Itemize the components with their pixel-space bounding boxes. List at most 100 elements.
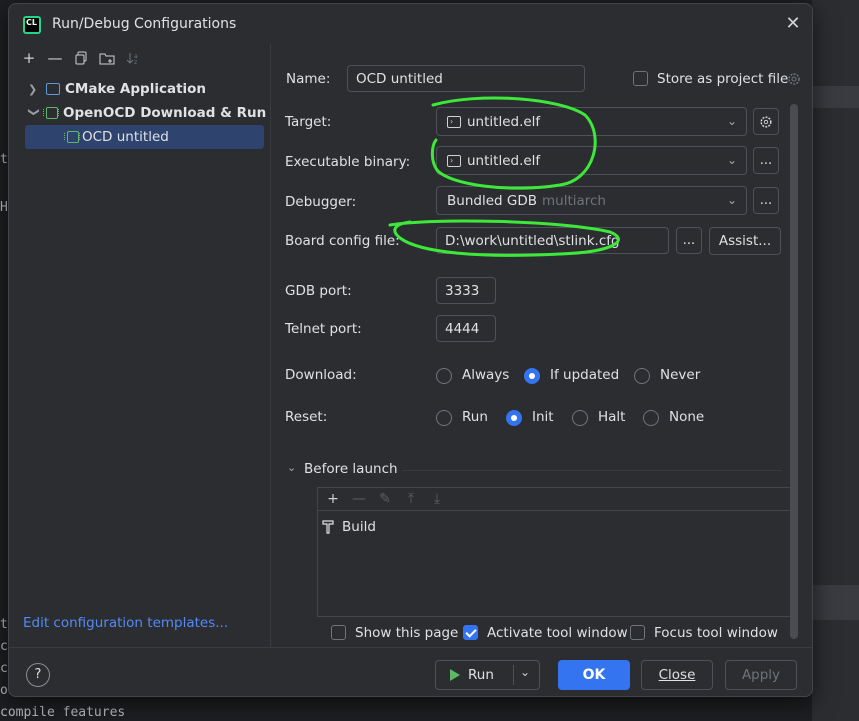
- reset-halt-label: Halt: [598, 409, 626, 425]
- name-field[interactable]: OCD untitled: [347, 65, 585, 92]
- download-if-updated-radio[interactable]: [524, 368, 540, 384]
- activate-tool-window-label: Activate tool window: [487, 625, 628, 641]
- target-value: untitled.elf: [467, 113, 541, 130]
- tree-item-cmake-application[interactable]: ❯ CMake Application: [9, 77, 270, 101]
- background-band: [812, 86, 859, 108]
- sort-icon[interactable]: az: [121, 47, 145, 69]
- tree-toolbar: + — az: [9, 44, 270, 72]
- assist-button[interactable]: Assist...: [709, 227, 781, 255]
- board-config-label: Board config file:: [285, 233, 400, 249]
- configurations-tree: ❯ CMake Application ❯ OpenOCD Download &…: [9, 77, 270, 149]
- edit-pencil-icon[interactable]: ✎: [374, 489, 396, 509]
- show-this-page-checkbox[interactable]: [331, 625, 346, 640]
- before-launch-header[interactable]: Before launch: [304, 461, 398, 477]
- chevron-down-icon[interactable]: ⌄: [520, 665, 530, 679]
- before-launch-panel: + — ✎ ⤒ ⤓ Build: [317, 487, 791, 617]
- executable-icon: ›: [447, 154, 461, 167]
- move-down-icon[interactable]: ⤓: [426, 489, 448, 509]
- run-label: Run: [468, 667, 494, 683]
- board-config-browse-button[interactable]: ...: [676, 227, 702, 254]
- apply-button[interactable]: Apply: [725, 660, 797, 690]
- tree-item-openocd[interactable]: ❯ OpenOCD Download & Run: [9, 101, 270, 125]
- target-dropdown[interactable]: › untitled.elf ⌄: [436, 107, 747, 136]
- download-always-radio[interactable]: [436, 368, 452, 384]
- dialog-titlebar: CL Run/Debug Configurations ✕: [9, 4, 812, 44]
- tree-item-label: OCD untitled: [82, 129, 169, 145]
- target-label: Target:: [285, 114, 332, 130]
- telnet-port-label: Telnet port:: [285, 321, 362, 337]
- before-launch-item-label: Build: [342, 519, 376, 535]
- executable-browse-button[interactable]: ...: [753, 147, 779, 174]
- download-if-updated-label: If updated: [550, 367, 620, 383]
- download-never-label: Never: [660, 367, 701, 383]
- dialog-title: Run/Debug Configurations: [52, 16, 237, 32]
- executable-binary-label: Executable binary:: [285, 154, 411, 170]
- ok-button[interactable]: OK: [558, 660, 630, 690]
- telnet-port-field[interactable]: 4444: [436, 315, 496, 342]
- store-as-project-file-label: Store as project file: [657, 71, 789, 87]
- openocd-icon: [43, 107, 59, 119]
- help-button[interactable]: ?: [26, 663, 50, 687]
- divider: [513, 665, 514, 685]
- move-up-icon[interactable]: ⤒: [400, 489, 422, 509]
- debugger-hint: multiarch: [541, 192, 606, 209]
- openocd-icon: [64, 131, 80, 143]
- before-launch-item[interactable]: Build: [318, 511, 790, 535]
- download-label: Download:: [285, 367, 357, 383]
- background-code-line: compile features: [0, 705, 126, 720]
- gdb-port-field[interactable]: 3333: [436, 277, 496, 304]
- copy-icon[interactable]: [69, 47, 93, 69]
- reset-none-label: None: [669, 409, 705, 425]
- tree-item-label: OpenOCD Download & Run: [63, 105, 267, 121]
- before-launch-toolbar: + — ✎ ⤒ ⤓: [318, 488, 790, 511]
- background-code-line: H: [0, 200, 8, 215]
- run-debug-dialog: CL Run/Debug Configurations ✕ + — az ❯ C…: [8, 3, 813, 697]
- form-scrollbar[interactable]: [790, 104, 798, 639]
- settings-gear-icon[interactable]: [786, 71, 802, 87]
- focus-tool-window-checkbox[interactable]: [630, 625, 645, 640]
- debugger-dropdown[interactable]: Bundled GDB multiarch ⌄: [436, 186, 747, 215]
- debugger-browse-button[interactable]: ...: [753, 187, 779, 214]
- executable-icon: ›: [447, 115, 461, 128]
- download-never-radio[interactable]: [634, 368, 650, 384]
- target-settings-button[interactable]: [753, 108, 779, 135]
- reset-label: Reset:: [285, 409, 328, 425]
- run-play-icon: [450, 669, 460, 681]
- chevron-down-icon: ⌄: [726, 153, 737, 167]
- tree-item-ocd-untitled[interactable]: OCD untitled: [25, 125, 264, 149]
- configurations-tree-panel: + — az ❯ CMake Application ❯ OpenOCD Dow…: [9, 44, 271, 647]
- add-icon[interactable]: +: [17, 47, 41, 69]
- close-icon[interactable]: ✕: [784, 15, 802, 33]
- debugger-value: Bundled GDB: [447, 192, 537, 209]
- store-as-project-file-checkbox[interactable]: [633, 71, 648, 86]
- background-band: [812, 585, 859, 620]
- add-icon[interactable]: +: [322, 489, 344, 509]
- board-config-field[interactable]: D:\work\untitled\stlink.cfg: [436, 227, 669, 254]
- gdb-port-label: GDB port:: [285, 283, 352, 299]
- gear-icon: [760, 115, 772, 128]
- edit-configuration-templates-link[interactable]: Edit configuration templates...: [23, 615, 228, 631]
- close-button[interactable]: Close: [641, 660, 713, 690]
- focus-tool-window-label: Focus tool window: [654, 625, 778, 641]
- reset-halt-radio[interactable]: [572, 410, 588, 426]
- reset-run-label: Run: [462, 409, 488, 425]
- remove-icon[interactable]: —: [43, 47, 67, 69]
- reset-run-radio[interactable]: [436, 410, 452, 426]
- clion-logo-icon: CL: [23, 16, 41, 34]
- new-folder-icon[interactable]: [95, 47, 119, 69]
- chevron-down-icon[interactable]: ❯: [28, 107, 41, 119]
- executable-binary-value: untitled.elf: [467, 152, 541, 169]
- background-code-line: t: [0, 152, 8, 167]
- activate-tool-window-checkbox[interactable]: [463, 625, 478, 640]
- remove-icon[interactable]: —: [348, 489, 370, 509]
- reset-init-label: Init: [532, 409, 554, 425]
- chevron-down-icon: ⌄: [726, 114, 737, 128]
- reset-none-radio[interactable]: [643, 410, 659, 426]
- divider: [402, 470, 782, 471]
- reset-init-radio[interactable]: [506, 410, 522, 426]
- run-button[interactable]: Run ⌄: [435, 660, 540, 690]
- executable-binary-dropdown[interactable]: › untitled.elf ⌄: [436, 146, 747, 175]
- chevron-right-icon[interactable]: ❯: [28, 83, 40, 96]
- chevron-down-icon[interactable]: ⌄: [287, 461, 296, 474]
- debugger-label: Debugger:: [285, 194, 357, 210]
